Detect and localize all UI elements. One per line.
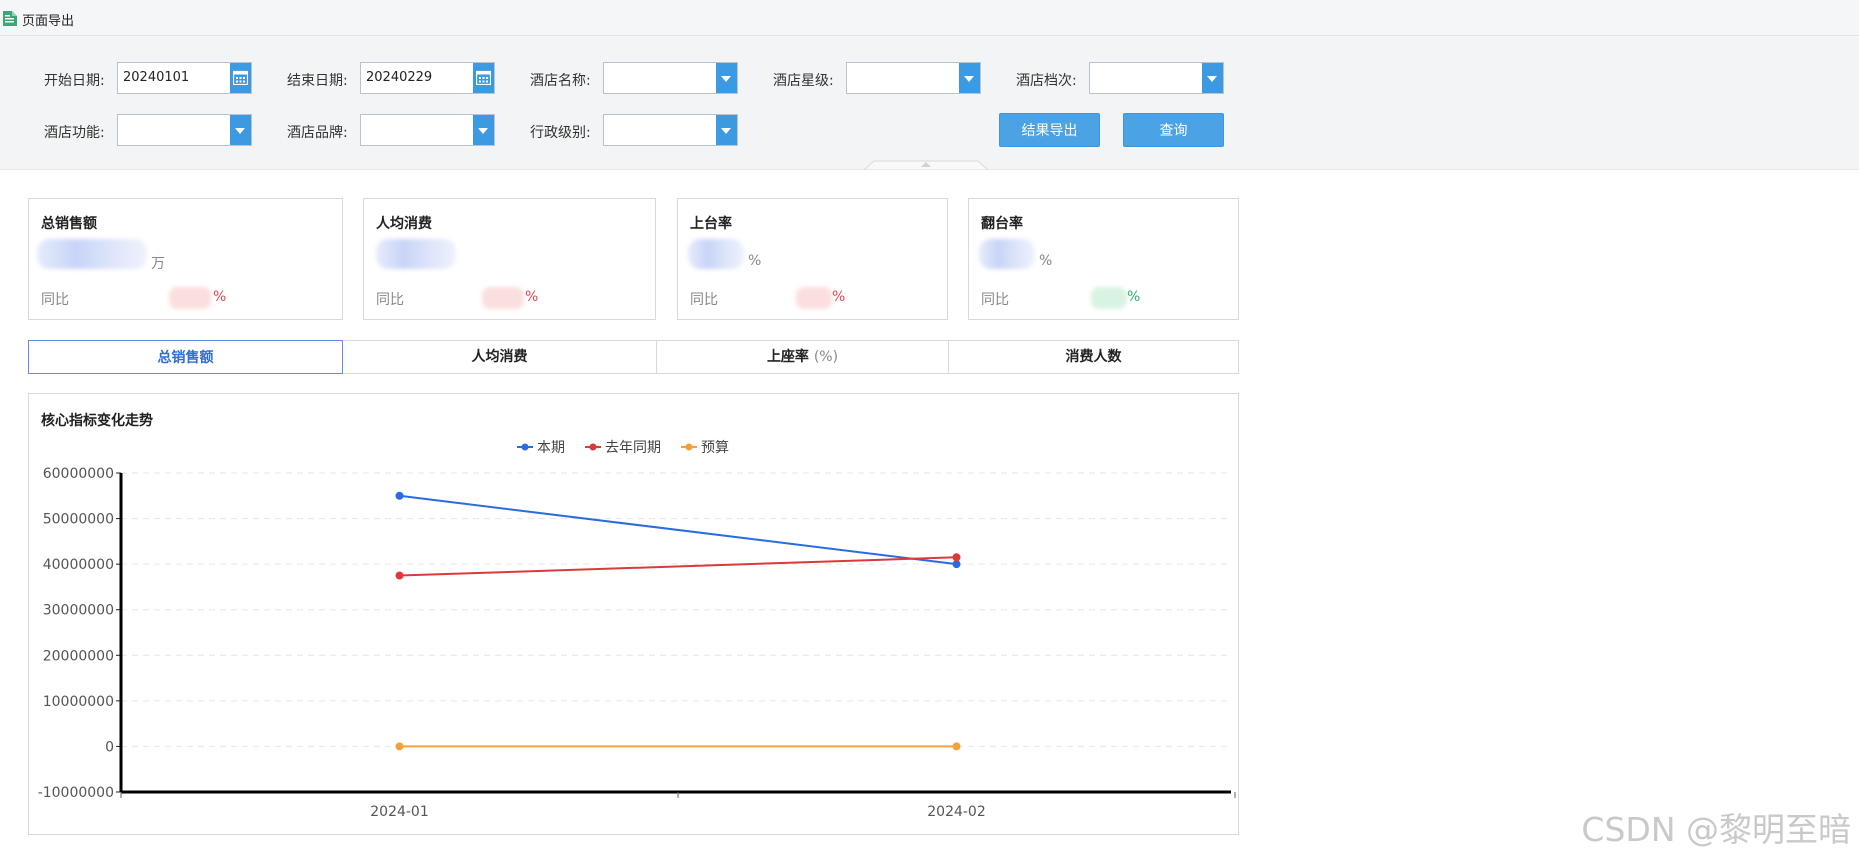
tab-total-sales[interactable]: 总销售额 (28, 340, 343, 374)
yoy-percent: % (525, 289, 539, 305)
chevron-down-icon[interactable] (230, 115, 251, 145)
collapse-handle[interactable] (864, 160, 988, 170)
yoy-percent: % (1127, 289, 1141, 305)
y-tick-label: 10000000 (43, 694, 114, 710)
legend-label: 本期 (537, 440, 565, 456)
title-bar: 页面导出 (0, 0, 1859, 36)
tab-label: 总销售额 (157, 350, 214, 366)
series-line-0 (399, 494, 957, 566)
document-icon (3, 11, 17, 26)
legend-marker (685, 443, 693, 451)
data-point (395, 491, 404, 500)
chevron-down-icon[interactable] (1202, 63, 1223, 93)
tab-avg-spend[interactable]: 人均消费 (343, 341, 657, 373)
data-point (952, 742, 961, 751)
query-button[interactable]: 查询 (1123, 113, 1224, 147)
card-title: 上台率 (690, 216, 732, 232)
start-date-label: 开始日期: (44, 73, 105, 89)
line-chart: 60000000 50000000 40000000 30000000 20000000… (38, 440, 1236, 820)
hotel-brand-select[interactable] (360, 114, 495, 146)
card-unit: 万 (151, 256, 165, 272)
blurred-yoy-value (1091, 287, 1127, 309)
y-tick-label: 40000000 (43, 557, 114, 573)
hotel-function-select[interactable] (117, 114, 252, 146)
hotel-name-select[interactable] (603, 62, 738, 94)
y-tick-label: 50000000 (43, 512, 114, 528)
tab-label: 上座率 (766, 349, 814, 365)
end-date-value: 20240229 (366, 70, 433, 85)
metric-tabs: 总销售额 人均消费 上座率 (%) 消费人数 (28, 340, 1239, 374)
hotel-tier-label: 酒店档次: (1016, 73, 1077, 89)
y-tick-label: 20000000 (43, 648, 114, 664)
yoy-label: 同比 (981, 292, 1009, 308)
chevron-down-icon[interactable] (473, 115, 494, 145)
blurred-value (37, 239, 147, 269)
data-point (952, 553, 961, 562)
yoy-percent: % (213, 289, 227, 305)
blurred-value (979, 239, 1035, 269)
calendar-icon[interactable] (230, 63, 251, 93)
kpi-card-avg-spend: 人均消费 同比 % (363, 198, 656, 320)
export-button[interactable]: 结果导出 (999, 113, 1100, 147)
tab-customer-count[interactable]: 消费人数 (949, 341, 1238, 373)
y-tick-label: 0 (105, 739, 114, 755)
blurred-yoy-value (796, 287, 832, 309)
card-unit: % (1039, 253, 1053, 269)
yoy-percent: % (832, 289, 846, 305)
watermark: CSDN @黎明至暗 (1581, 810, 1851, 849)
admin-level-select[interactable] (603, 114, 738, 146)
end-date-field[interactable]: 20240229 (360, 62, 495, 94)
tab-label: 消费人数 (1065, 349, 1122, 365)
start-date-field[interactable]: 20240101 (117, 62, 252, 94)
y-tick-label: -10000000 (38, 785, 114, 801)
legend-marker (521, 443, 529, 451)
legend-label: 去年同期 (605, 440, 661, 456)
y-tick-label: 30000000 (43, 603, 114, 619)
tab-seat-rate[interactable]: 上座率 (%) (657, 341, 949, 373)
hotel-name-label: 酒店名称: (530, 73, 591, 89)
hotel-function-label: 酒店功能: (44, 125, 105, 141)
card-unit: % (748, 253, 762, 269)
card-title: 人均消费 (376, 216, 432, 232)
series-line-1 (399, 556, 957, 577)
end-date-label: 结束日期: (287, 73, 348, 89)
start-date-value: 20240101 (123, 70, 190, 85)
x-tick-label: 2024-02 (927, 804, 986, 820)
filter-panel: 开始日期: 20240101 结束日期: 20240229 酒店名称: 酒店星级… (0, 36, 1859, 170)
yoy-label: 同比 (376, 292, 404, 308)
data-point (395, 571, 404, 580)
tab-suffix: (%) (813, 349, 839, 365)
data-point (952, 560, 961, 569)
blurred-value (688, 239, 744, 269)
chevron-down-icon[interactable] (716, 63, 737, 93)
blurred-value (376, 239, 456, 269)
legend-label: 预算 (701, 440, 729, 456)
hotel-star-select[interactable] (846, 62, 981, 94)
card-title: 翻台率 (981, 216, 1023, 232)
chart-panel: 核心指标变化走势 60000000 50000000 40000000 3000000… (28, 393, 1239, 835)
tab-label: 人均消费 (471, 349, 528, 365)
legend-marker (589, 443, 597, 451)
kpi-card-seat-rate: 上台率 % 同比 % (677, 198, 948, 320)
blurred-yoy-value (482, 287, 524, 309)
y-tick-label: 60000000 (43, 466, 114, 482)
admin-level-label: 行政级别: (530, 125, 591, 141)
kpi-card-turnover-rate: 翻台率 % 同比 % (968, 198, 1239, 320)
chevron-down-icon[interactable] (959, 63, 980, 93)
page-title: 页面导出 (22, 14, 75, 29)
data-point (395, 742, 404, 751)
x-tick-label: 2024-01 (370, 804, 429, 820)
chevron-down-icon[interactable] (716, 115, 737, 145)
hotel-brand-label: 酒店品牌: (287, 125, 348, 141)
card-title: 总销售额 (41, 216, 97, 232)
hotel-tier-select[interactable] (1089, 62, 1224, 94)
calendar-icon[interactable] (473, 63, 494, 93)
yoy-label: 同比 (41, 292, 69, 308)
blurred-yoy-value (169, 287, 211, 309)
hotel-star-label: 酒店星级: (773, 73, 834, 89)
yoy-label: 同比 (690, 292, 718, 308)
kpi-card-total-sales: 总销售额 万 同比 % (28, 198, 343, 320)
